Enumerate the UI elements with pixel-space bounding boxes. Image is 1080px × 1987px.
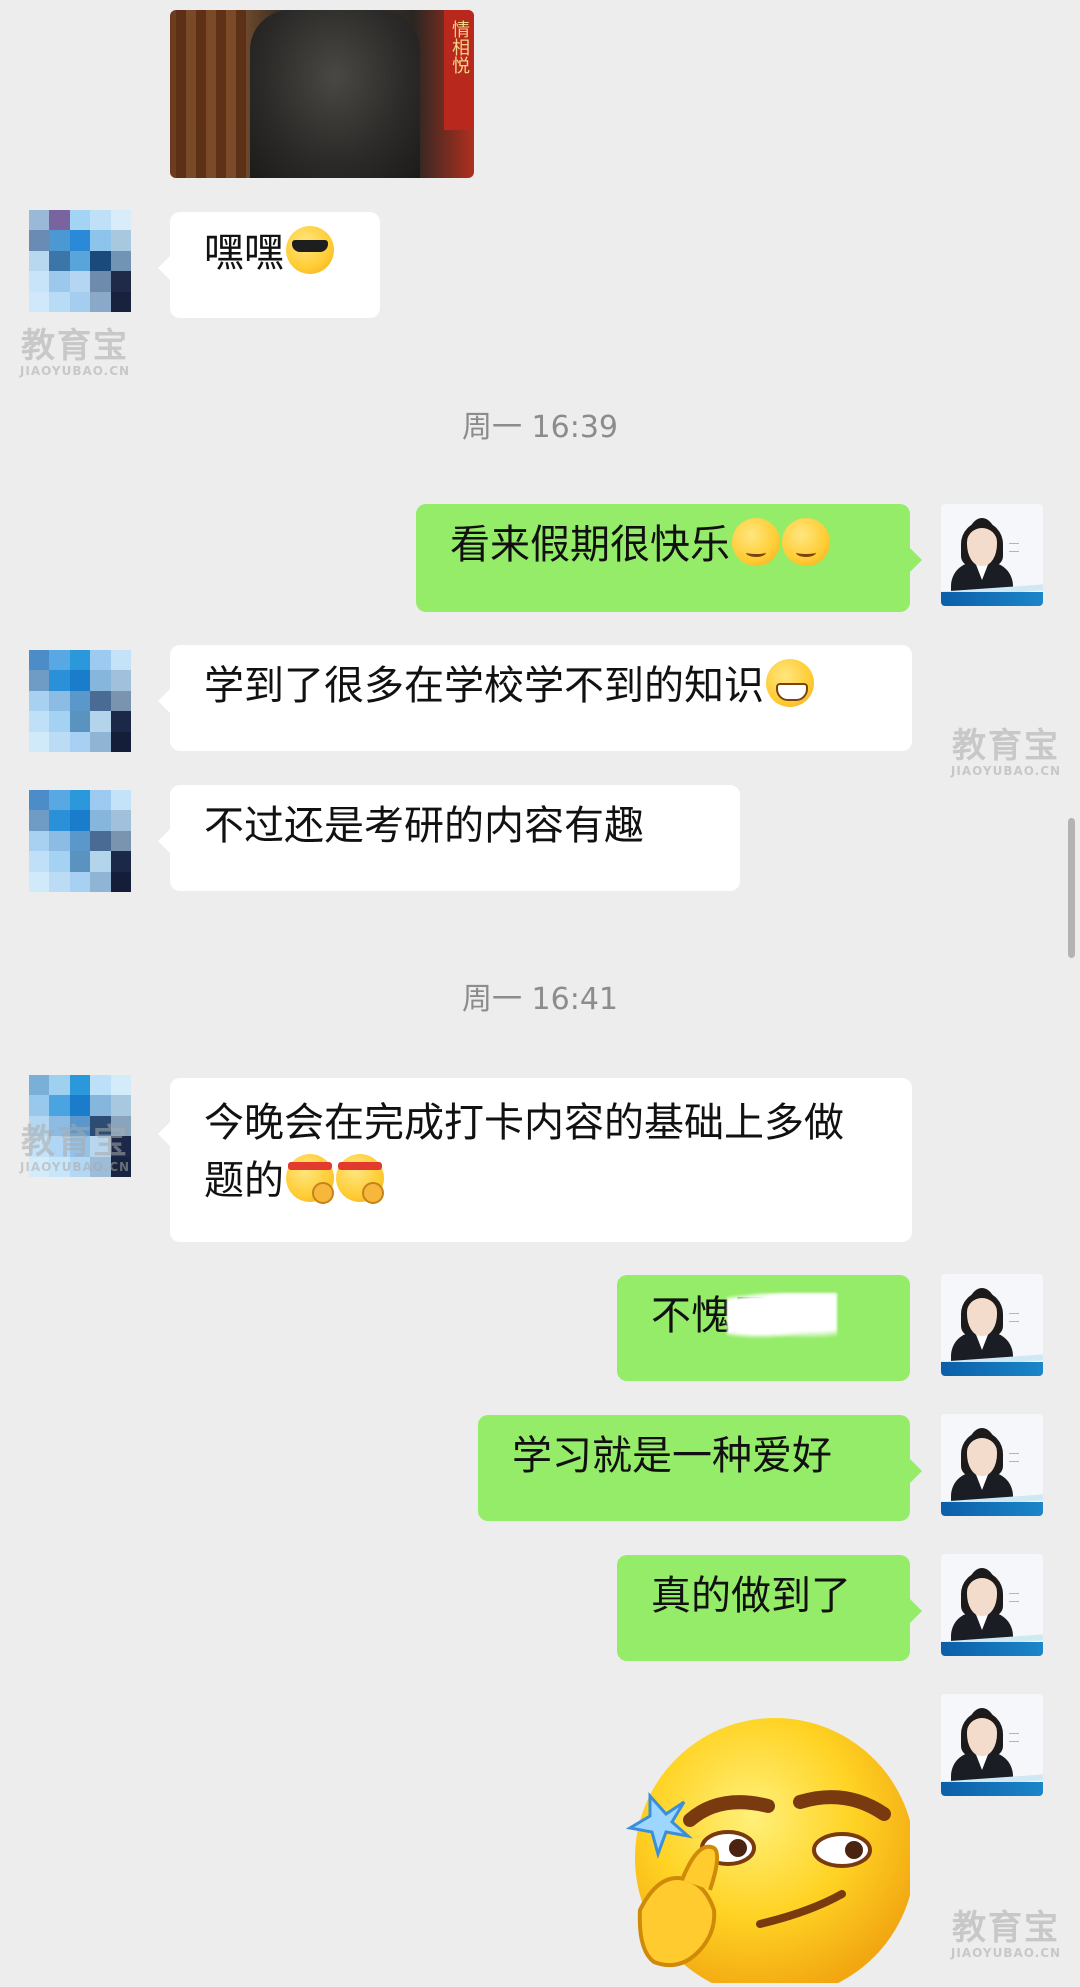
headband-emoji-icon — [336, 1154, 384, 1204]
message-text: 不过还是考研的内容有趣 — [204, 803, 644, 849]
photo-person — [250, 10, 420, 178]
thinking-face-sticker-icon[interactable] — [610, 1710, 915, 1987]
photo-door — [176, 10, 246, 178]
contact-avatar[interactable] — [29, 650, 131, 752]
my-avatar[interactable]: ―― ―― — [941, 1554, 1043, 1656]
my-avatar[interactable]: ―― ―― — [941, 1414, 1043, 1516]
message-bubble[interactable]: 不过还是考研的内容有趣 — [158, 785, 740, 891]
message-bubble[interactable]: 学习就是一种爱好 — [478, 1415, 922, 1521]
message-bubble[interactable]: 看来假期很快乐 — [416, 504, 922, 612]
my-avatar[interactable]: ―― ―― — [941, 1274, 1043, 1376]
message-bubble[interactable]: 学到了很多在学校学不到的知识 — [158, 645, 912, 751]
photo-banner-text: 情相悦 — [449, 20, 470, 74]
watermark: 教育宝 JIAOYUBAO.CN — [19, 326, 131, 378]
watermark: 教育宝 JIAOYUBAO.CN — [950, 726, 1062, 778]
message-text: 真的做到了 — [651, 1573, 851, 1619]
timestamp: 周一 16:41 — [462, 982, 618, 1017]
scrollbar[interactable] — [1068, 818, 1075, 958]
photo-banner: 情相悦 — [444, 10, 474, 130]
message-text: 学到了很多在学校学不到的知识 — [204, 663, 764, 709]
sunglasses-emoji-icon — [286, 226, 334, 274]
grimacing-emoji-icon — [766, 659, 814, 707]
headband-emoji-icon — [286, 1154, 334, 1204]
redaction-blob — [727, 1293, 837, 1339]
message-bubble[interactable]: 嘿嘿 — [158, 212, 380, 318]
watermark: 教育宝 JIAOYUBAO.CN — [950, 1908, 1062, 1960]
watermark: 教育宝 JIAOYUBAO.CN — [19, 1122, 131, 1174]
message-text: 看来假期很快乐 — [450, 522, 730, 568]
thinking-emoji-icon — [782, 518, 830, 566]
message-bubble[interactable]: 今晚会在完成打卡内容的基础上多做题的 — [158, 1078, 912, 1242]
my-avatar[interactable]: ―― ―― — [941, 504, 1043, 606]
image-message[interactable]: 情相悦 — [170, 10, 474, 178]
contact-avatar[interactable] — [29, 790, 131, 892]
thinking-emoji-icon — [732, 518, 780, 566]
contact-avatar[interactable] — [29, 210, 131, 312]
message-text: 嘿嘿 — [204, 230, 284, 276]
message-bubble[interactable]: 真的做到了 — [617, 1555, 922, 1661]
my-avatar[interactable]: ―― ―― — [941, 1694, 1043, 1796]
message-text: 学习就是一种爱好 — [512, 1433, 832, 1479]
message-bubble[interactable]: 不愧是 — [617, 1275, 910, 1381]
timestamp: 周一 16:39 — [462, 410, 618, 445]
